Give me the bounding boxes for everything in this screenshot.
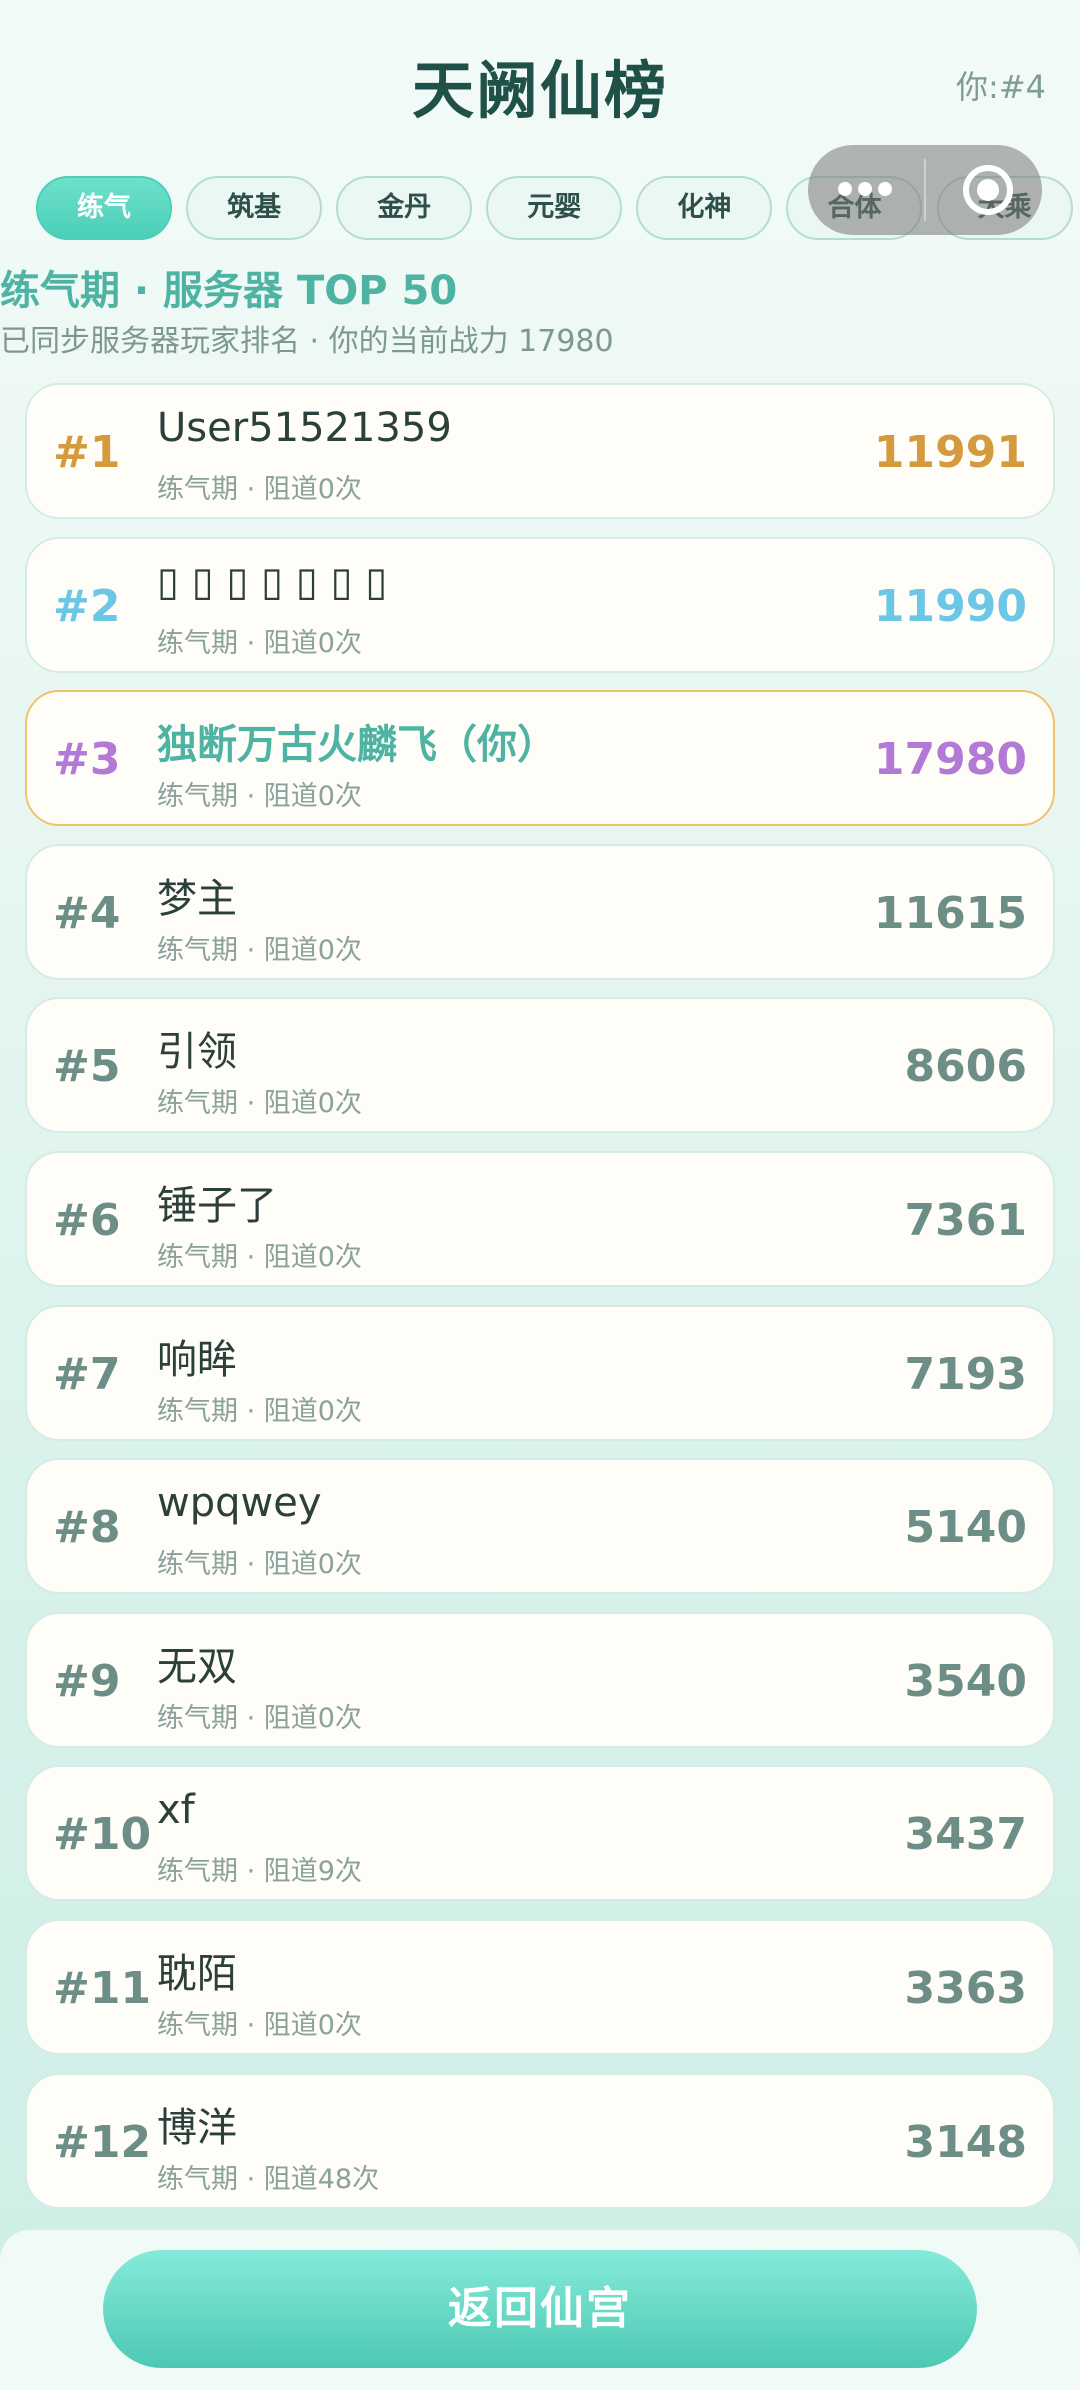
rank-number: #12 bbox=[53, 2116, 152, 2168]
leaderboard-row[interactable]: #4 梦主 练气期 · 阻道0次 11615 bbox=[25, 843, 1055, 980]
player-meta: 练气期 · 阻道0次 bbox=[157, 1395, 362, 1427]
player-power: 3437 bbox=[904, 1809, 1027, 1861]
rank-number: #1 bbox=[53, 427, 121, 478]
player-power: 11991 bbox=[873, 427, 1027, 478]
rank-number: #10 bbox=[53, 1809, 152, 1861]
player-meta: 练气期 · 阻道0次 bbox=[157, 1241, 362, 1273]
tab-jindan[interactable]: 金丹 bbox=[336, 176, 473, 240]
player-meta: 练气期 · 阻道0次 bbox=[157, 1549, 362, 1581]
player-name: 独断万古火麟飞（你） bbox=[157, 722, 557, 769]
my-rank-label: 你:#4 bbox=[956, 68, 1046, 106]
leaderboard-row-self[interactable]: #3 独断万古火麟飞（你） 练气期 · 阻道0次 17980 bbox=[25, 690, 1055, 827]
player-name: User51521359 bbox=[157, 405, 452, 451]
player-power: 3148 bbox=[904, 2116, 1027, 2168]
player-name: 博洋 bbox=[157, 2104, 237, 2151]
player-meta: 练气期 · 阻道0次 bbox=[157, 2009, 362, 2041]
rank-number: #8 bbox=[53, 1502, 121, 1554]
player-name: 引领 bbox=[157, 1029, 237, 1076]
rank-number: #7 bbox=[53, 1348, 121, 1400]
leaderboard-row[interactable]: #12 博洋 练气期 · 阻道48次 3148 bbox=[25, 2072, 1055, 2209]
rank-number: #6 bbox=[53, 1194, 121, 1246]
rank-number: #2 bbox=[53, 580, 121, 632]
leaderboard-row[interactable]: #10 xf 练气期 · 阻道9次 3437 bbox=[25, 1765, 1055, 1902]
page-header: 天阙仙榜 你:#4 bbox=[0, 0, 1080, 165]
leaderboard-row[interactable]: #1 User51521359 练气期 · 阻道0次 11991 bbox=[25, 383, 1055, 519]
player-power: 8606 bbox=[904, 1041, 1027, 1093]
leaderboard-row[interactable]: #11 耽陌 练气期 · 阻道0次 3363 bbox=[25, 1918, 1055, 2055]
player-meta: 练气期 · 阻道0次 bbox=[157, 474, 362, 505]
leaderboard-row[interactable]: #2 ▯ ▯ ▯ ▯ ▯ ▯ ▯ 练气期 · 阻道0次 11990 bbox=[25, 536, 1055, 673]
player-meta: 练气期 · 阻道9次 bbox=[157, 1856, 362, 1888]
player-power: 7193 bbox=[904, 1348, 1027, 1400]
leaderboard-list: #1 User51521359 练气期 · 阻道0次 11991 #2 ▯ ▯ … bbox=[25, 383, 1055, 2226]
leaderboard-row[interactable]: #9 无双 练气期 · 阻道0次 3540 bbox=[25, 1611, 1055, 1748]
player-name: 梦主 bbox=[157, 875, 237, 922]
player-meta: 练气期 · 阻道0次 bbox=[157, 781, 362, 813]
player-power: 11615 bbox=[873, 887, 1027, 939]
leaderboard-row[interactable]: #8 wpqwey 练气期 · 阻道0次 5140 bbox=[25, 1458, 1055, 1595]
player-name: ▯ ▯ ▯ ▯ ▯ ▯ ▯ bbox=[157, 558, 388, 605]
close-target-icon[interactable] bbox=[963, 165, 1013, 215]
more-dots-icon[interactable] bbox=[838, 181, 898, 201]
rank-number: #9 bbox=[53, 1655, 121, 1707]
player-power: 5140 bbox=[904, 1502, 1027, 1554]
player-name: xf bbox=[157, 1787, 195, 1834]
player-meta: 练气期 · 阻道0次 bbox=[157, 627, 362, 659]
page-title: 天阙仙榜 bbox=[411, 54, 668, 127]
section-title: 练气期 · 服务器 TOP 50 bbox=[0, 268, 458, 314]
rank-number: #3 bbox=[53, 734, 121, 786]
player-meta: 练气期 · 阻道0次 bbox=[157, 1088, 362, 1120]
player-meta: 练气期 · 阻道0次 bbox=[157, 1702, 362, 1734]
rank-number: #11 bbox=[53, 1962, 152, 2014]
player-name: 无双 bbox=[157, 1643, 237, 1690]
player-name: 耽陌 bbox=[157, 1950, 237, 1997]
player-name: wpqwey bbox=[157, 1480, 322, 1527]
player-meta: 练气期 · 阻道0次 bbox=[157, 934, 362, 966]
bottom-bar: 返回仙宫 bbox=[0, 2230, 1080, 2390]
player-name: 响眸 bbox=[157, 1336, 237, 1383]
player-power: 3363 bbox=[904, 1962, 1027, 2014]
miniprogram-capsule bbox=[808, 145, 1042, 235]
back-to-palace-button[interactable]: 返回仙宫 bbox=[103, 2250, 977, 2368]
player-power: 7361 bbox=[904, 1194, 1027, 1246]
tab-lianqi[interactable]: 练气 bbox=[36, 176, 172, 240]
leaderboard-row[interactable]: #6 锤子了 练气期 · 阻道0次 7361 bbox=[25, 1150, 1055, 1287]
leaderboard-row[interactable]: #5 引领 练气期 · 阻道0次 8606 bbox=[25, 997, 1055, 1134]
player-power: 3540 bbox=[904, 1655, 1027, 1707]
player-meta: 练气期 · 阻道48次 bbox=[157, 2163, 380, 2195]
player-name: 锤子了 bbox=[157, 1182, 277, 1229]
section-subtitle: 已同步服务器玩家排名 · 你的当前战力 17980 bbox=[0, 324, 614, 359]
player-power: 11990 bbox=[873, 580, 1027, 632]
rank-number: #5 bbox=[53, 1041, 121, 1093]
leaderboard-row[interactable]: #7 响眸 练气期 · 阻道0次 7193 bbox=[25, 1304, 1055, 1441]
tab-yuanying[interactable]: 元婴 bbox=[486, 176, 623, 240]
capsule-divider bbox=[924, 159, 926, 221]
tab-zhuji[interactable]: 筑基 bbox=[186, 176, 323, 240]
player-power: 17980 bbox=[873, 734, 1027, 786]
tab-huashen[interactable]: 化神 bbox=[636, 176, 773, 240]
rank-number: #4 bbox=[53, 887, 121, 939]
